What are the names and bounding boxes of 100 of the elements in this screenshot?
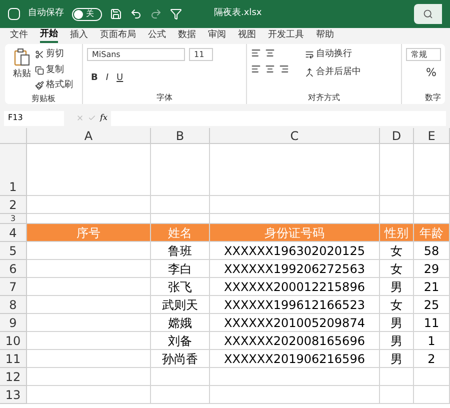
table-cell[interactable] [210, 196, 380, 214]
table-cell[interactable]: 1 [414, 332, 450, 350]
table-cell[interactable] [27, 332, 151, 350]
table-cell[interactable] [380, 368, 414, 386]
table-cell[interactable] [151, 368, 210, 386]
align-middle-icon[interactable] [265, 48, 275, 58]
row-header[interactable]: 1 [0, 144, 27, 196]
table-cell[interactable]: 21 [414, 278, 450, 296]
copy-button[interactable]: 复制 [35, 64, 73, 77]
table-cell[interactable]: 孙尚香 [151, 350, 210, 368]
search-field[interactable] [414, 4, 442, 24]
table-cell[interactable] [151, 386, 210, 404]
column-header[interactable]: A [27, 128, 151, 144]
table-cell[interactable]: XXXXXX199206272563 [210, 260, 380, 278]
table-cell[interactable]: 男 [380, 314, 414, 332]
menu-tab[interactable]: 插入 [70, 28, 88, 42]
row-header[interactable]: 8 [0, 296, 27, 314]
row-header[interactable]: 12 [0, 368, 27, 386]
merge-center-button[interactable]: 合并后居中 [305, 66, 361, 79]
table-cell[interactable] [27, 296, 151, 314]
function-button[interactable]: fx [100, 112, 108, 124]
table-cell[interactable]: 女 [380, 242, 414, 260]
table-cell[interactable]: XXXXXX200012215896 [210, 278, 380, 296]
table-cell[interactable] [210, 386, 380, 404]
row-header[interactable]: 5 [0, 242, 27, 260]
file-name[interactable]: 隔夜表.xlsx [214, 7, 262, 21]
table-cell[interactable]: XXXXXX202008165696 [210, 332, 380, 350]
table-cell[interactable]: 29 [414, 260, 450, 278]
paste-button[interactable]: 粘贴 [13, 48, 31, 92]
table-cell[interactable] [414, 368, 450, 386]
table-cell[interactable] [210, 144, 380, 196]
menu-tab[interactable]: 视图 [238, 28, 256, 42]
cancel-icon[interactable] [76, 114, 84, 122]
bold-button[interactable]: B [91, 65, 98, 92]
table-cell[interactable]: 11 [414, 314, 450, 332]
table-cell[interactable] [210, 368, 380, 386]
autosave-toggle[interactable]: 关 [72, 8, 102, 20]
font-size-dropdown[interactable]: 11 [189, 48, 213, 61]
enter-icon[interactable] [88, 114, 96, 122]
column-header[interactable]: D [380, 128, 414, 144]
table-cell[interactable] [414, 144, 450, 196]
table-cell[interactable]: 嫦娥 [151, 314, 210, 332]
font-dropdown[interactable]: MiSans [87, 48, 185, 61]
row-header[interactable]: 6 [0, 260, 27, 278]
percent-button[interactable]: % [406, 65, 441, 82]
table-cell[interactable] [27, 196, 151, 214]
table-cell[interactable]: 58 [414, 242, 450, 260]
row-header[interactable]: 9 [0, 314, 27, 332]
table-cell[interactable]: 25 [414, 296, 450, 314]
align-left-icon[interactable] [251, 64, 261, 74]
menu-tab[interactable]: 审阅 [208, 28, 226, 42]
table-cell[interactable]: 男 [380, 332, 414, 350]
row-header[interactable]: 4 [0, 224, 27, 242]
table-cell[interactable]: 女 [380, 260, 414, 278]
align-right-icon[interactable] [279, 64, 289, 74]
table-cell[interactable] [27, 260, 151, 278]
save-icon[interactable] [110, 8, 122, 20]
table-cell[interactable]: 男 [380, 350, 414, 368]
menu-tab[interactable]: 开发工具 [268, 28, 304, 42]
row-header[interactable]: 3 [0, 214, 27, 224]
align-center-icon[interactable] [265, 64, 275, 74]
menu-tab[interactable]: 帮助 [316, 28, 334, 42]
row-header[interactable]: 11 [0, 350, 27, 368]
table-cell[interactable]: 李白 [151, 260, 210, 278]
table-cell[interactable] [380, 144, 414, 196]
column-header[interactable]: E [414, 128, 450, 144]
row-header[interactable]: 2 [0, 196, 27, 214]
align-top-icon[interactable] [251, 48, 261, 58]
table-cell[interactable]: 2 [414, 350, 450, 368]
row-header[interactable]: 10 [0, 332, 27, 350]
table-cell[interactable] [380, 196, 414, 214]
table-cell[interactable]: XXXXXX196302020125 [210, 242, 380, 260]
table-cell[interactable] [27, 350, 151, 368]
column-header[interactable]: C [210, 128, 380, 144]
column-header[interactable]: B [151, 128, 210, 144]
menu-tab[interactable]: 公式 [148, 28, 166, 42]
menu-tab[interactable]: 文件 [10, 28, 28, 42]
table-cell[interactable] [414, 386, 450, 404]
filter-icon[interactable] [170, 8, 182, 20]
table-cell[interactable]: 男 [380, 278, 414, 296]
table-cell[interactable] [27, 314, 151, 332]
menu-tab[interactable]: 数据 [178, 28, 196, 42]
table-cell[interactable]: 武则天 [151, 296, 210, 314]
table-cell[interactable] [27, 386, 151, 404]
table-cell[interactable]: XXXXXX201005209874 [210, 314, 380, 332]
underline-button[interactable]: U [116, 65, 124, 92]
table-cell[interactable] [27, 368, 151, 386]
wrap-text-button[interactable]: 自动换行 [305, 48, 361, 62]
table-cell[interactable] [151, 144, 210, 196]
table-cell[interactable] [27, 242, 151, 260]
table-cell[interactable]: XXXXXX199612166523 [210, 296, 380, 314]
table-cell[interactable] [27, 144, 151, 196]
row-header[interactable]: 7 [0, 278, 27, 296]
table-cell[interactable]: 刘备 [151, 332, 210, 350]
menu-tab[interactable]: 页面布局 [100, 28, 136, 42]
row-header[interactable]: 13 [0, 386, 27, 404]
table-cell[interactable] [380, 386, 414, 404]
italic-button[interactable]: I [106, 65, 109, 92]
table-cell[interactable]: 张飞 [151, 278, 210, 296]
number-format-dropdown[interactable]: 常规 [406, 48, 441, 61]
